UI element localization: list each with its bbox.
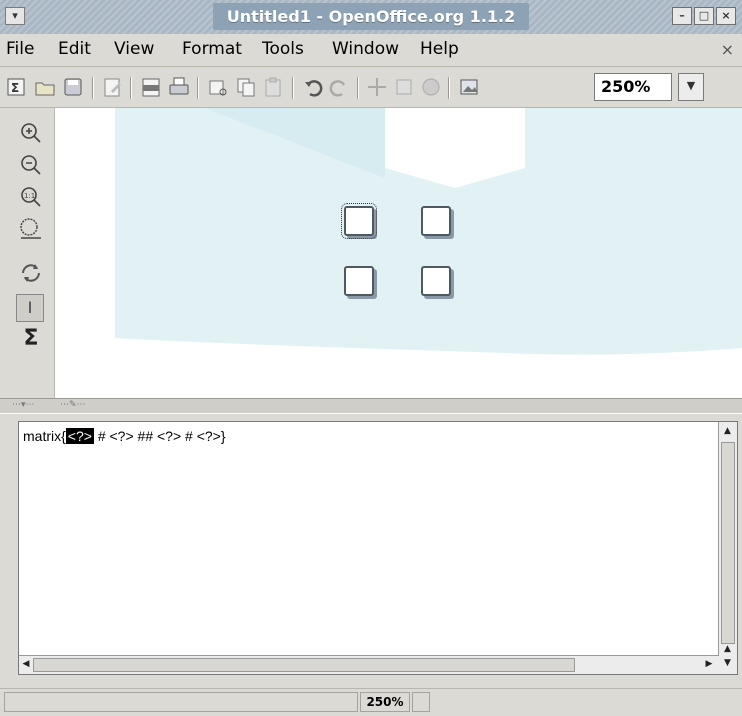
window-title: Untitled1 - OpenOffice.org 1.1.2 — [212, 3, 530, 30]
chevron-down-icon: ▼ — [686, 79, 696, 92]
formula-rest: # <?> ## <?> # <?>} — [93, 428, 226, 444]
data-sources-icon[interactable] — [420, 76, 442, 98]
scroll-up-icon[interactable]: ▲ — [721, 642, 734, 656]
zoom-combobox[interactable]: 250% — [594, 73, 672, 101]
navigator-icon[interactable] — [366, 76, 388, 98]
menu-file[interactable]: File — [6, 39, 34, 59]
standard-toolbar: Σ 250% ▼ — [0, 67, 742, 108]
minimize-button[interactable]: – — [672, 7, 692, 25]
formula-selected-placeholder[interactable]: <?> — [65, 428, 94, 444]
scroll-right-icon[interactable]: ▶ — [703, 658, 715, 671]
zoom-out-icon[interactable] — [18, 152, 44, 178]
zoom-in-icon[interactable] — [18, 120, 44, 146]
window-title-wrap: Untitled1 - OpenOffice.org 1.1.2 — [0, 0, 742, 34]
open-folder-icon[interactable] — [34, 76, 56, 98]
formula-text[interactable]: matrix{<?> # <?> ## <?> # <?>} — [23, 428, 226, 444]
matrix-placeholder-3[interactable] — [344, 266, 374, 296]
vertical-scrollbar[interactable]: ▲ ▲ ▼ — [718, 422, 737, 674]
matrix-placeholder-4[interactable] — [421, 266, 451, 296]
maximize-button[interactable]: □ — [694, 7, 714, 25]
pane-splitter[interactable]: ⋯▾⋯ ⋯✎⋯ — [0, 398, 742, 414]
scroll-down-icon[interactable]: ▼ — [721, 656, 734, 670]
print-icon[interactable] — [168, 76, 190, 98]
formula-tools-bar: 1:1 I Σ — [0, 108, 55, 398]
status-indicator — [412, 692, 430, 712]
edit-file-icon[interactable] — [102, 76, 124, 98]
cut-icon[interactable] — [207, 76, 229, 98]
close-button[interactable]: × — [716, 7, 736, 25]
menu-window[interactable]: Window — [332, 39, 399, 59]
scroll-left-icon[interactable]: ◀ — [20, 658, 32, 671]
horizontal-scroll-thumb[interactable] — [33, 658, 575, 672]
insert-image-icon[interactable] — [458, 76, 480, 98]
matrix-placeholder-2[interactable] — [421, 206, 451, 236]
zoom-dropdown-button[interactable]: ▼ — [678, 73, 704, 101]
zoom-100-icon[interactable]: 1:1 — [18, 184, 44, 210]
document-close-icon[interactable]: × — [721, 40, 734, 59]
selection-sigma-icon[interactable]: Σ — [18, 326, 44, 352]
gallery-icon[interactable] — [393, 76, 415, 98]
menu-edit[interactable]: Edit — [58, 39, 91, 59]
menu-tools[interactable]: Tools — [262, 39, 304, 59]
status-zoom[interactable]: 250% — [360, 692, 410, 712]
export-pdf-icon[interactable] — [140, 76, 162, 98]
menu-bar: File Edit View Format Tools Window Help … — [0, 34, 742, 67]
menu-format[interactable]: Format — [182, 39, 242, 59]
title-bar: ▾ Untitled1 - OpenOffice.org 1.1.2 – □ × — [0, 0, 742, 35]
menu-view[interactable]: View — [114, 39, 154, 59]
show-all-icon[interactable] — [18, 216, 44, 242]
undo-icon[interactable] — [302, 76, 324, 98]
svg-text:Σ: Σ — [11, 81, 19, 95]
matrix-placeholder-1[interactable] — [341, 203, 377, 239]
refresh-icon[interactable] — [18, 260, 44, 286]
splitter-handle-icon[interactable]: ⋯▾⋯ — [12, 400, 35, 410]
save-icon[interactable] — [62, 76, 84, 98]
svg-text:1:1: 1:1 — [24, 192, 35, 200]
copy-icon[interactable] — [235, 76, 257, 98]
formula-prefix: matrix{ — [23, 428, 66, 444]
menu-help[interactable]: Help — [420, 39, 459, 59]
scroll-up-icon[interactable]: ▲ — [721, 424, 734, 438]
splitter-pin-icon[interactable]: ⋯✎⋯ — [60, 400, 86, 410]
formula-cursor-icon[interactable]: I — [16, 294, 44, 322]
horizontal-scrollbar[interactable]: ◀ ▶ — [19, 655, 719, 674]
formula-preview-area[interactable] — [55, 108, 742, 398]
vertical-scroll-thumb[interactable] — [721, 442, 735, 644]
status-message-field — [4, 692, 358, 712]
paste-icon[interactable] — [262, 76, 284, 98]
commands-editor[interactable]: matrix{<?> # <?> ## <?> # <?>} ▲ ▲ ▼ ◀ ▶ — [18, 421, 738, 675]
status-bar: 250% — [0, 688, 742, 716]
redo-icon[interactable] — [328, 76, 350, 98]
background-watermark — [115, 108, 742, 355]
new-formula-icon[interactable]: Σ — [6, 76, 28, 98]
